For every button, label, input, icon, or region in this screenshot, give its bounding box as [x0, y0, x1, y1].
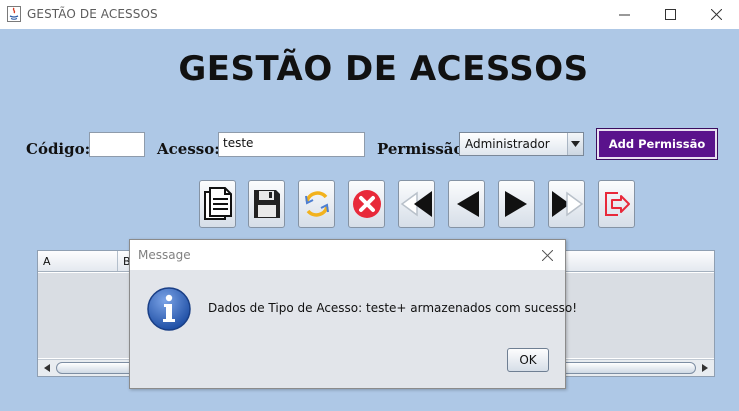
scroll-left-icon [44, 364, 50, 372]
first-record-button[interactable] [398, 180, 435, 228]
scroll-left-button[interactable] [40, 362, 54, 374]
java-app-icon [7, 6, 21, 22]
minimize-button[interactable] [601, 0, 647, 29]
last-record-button[interactable] [548, 180, 585, 228]
new-button[interactable] [199, 180, 236, 228]
acesso-field[interactable]: teste [218, 132, 365, 157]
window-titlebar: GESTÃO DE ACESSOS [0, 0, 739, 29]
refresh-button[interactable] [298, 180, 335, 228]
first-record-icon [400, 191, 432, 217]
information-icon [147, 287, 191, 331]
exit-button[interactable] [598, 180, 635, 228]
page-title: GESTÃO DE ACESSOS [178, 49, 589, 89]
scroll-right-icon [702, 364, 708, 372]
dialog-titlebar: Message [130, 240, 565, 270]
ok-button[interactable]: OK [507, 348, 549, 372]
minimize-icon [618, 14, 630, 16]
scroll-right-button[interactable] [698, 362, 712, 374]
maximize-button[interactable] [647, 0, 693, 29]
add-permissao-button[interactable]: Add Permissão [596, 128, 718, 160]
close-icon [541, 249, 553, 261]
delete-icon [352, 190, 381, 218]
maximize-icon [664, 9, 676, 20]
previous-record-button[interactable] [448, 180, 485, 228]
save-icon [253, 190, 280, 218]
codigo-field[interactable] [89, 132, 145, 157]
exit-icon [604, 192, 630, 216]
save-button[interactable] [248, 180, 285, 228]
permissao-selected-value: Administrador [465, 137, 550, 151]
message-dialog: Message Dados de Tipo de Acesso: teste+ … [129, 239, 577, 389]
previous-record-icon [456, 191, 479, 217]
dialog-close-button[interactable] [537, 245, 557, 265]
dropdown-arrow-button[interactable] [567, 133, 583, 155]
next-record-icon [504, 191, 527, 217]
codigo-label: Código: [26, 140, 91, 158]
acesso-label: Acesso: [157, 140, 220, 158]
column-header-a[interactable]: A [38, 251, 118, 271]
dialog-message: Dados de Tipo de Acesso: teste+ armazena… [208, 301, 578, 315]
window-title: GESTÃO DE ACESSOS [27, 7, 158, 21]
new-document-icon [203, 187, 232, 220]
refresh-icon [304, 191, 329, 217]
next-record-button[interactable] [498, 180, 535, 228]
permissao-label: Permissão: [377, 140, 470, 158]
dialog-title: Message [138, 248, 191, 262]
delete-button[interactable] [348, 180, 385, 228]
chevron-down-icon [571, 141, 580, 147]
last-record-icon [551, 191, 583, 217]
permissao-select[interactable]: Administrador [459, 132, 584, 156]
close-button[interactable] [693, 0, 739, 29]
close-icon [710, 9, 722, 20]
